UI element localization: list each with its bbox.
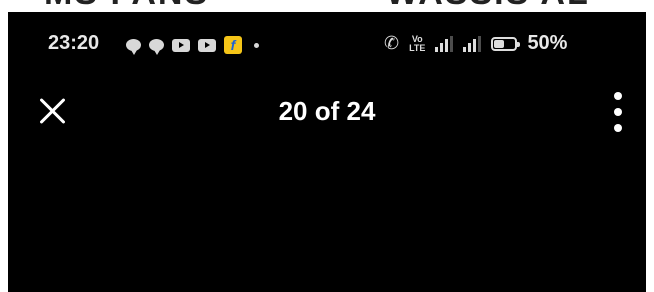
system-icons: ✆ Vo LTE 50% bbox=[384, 32, 567, 55]
signal-icon bbox=[463, 35, 482, 52]
youtube-icon bbox=[172, 38, 190, 52]
signal-icon bbox=[435, 35, 454, 52]
phone-screen: 23:20 f ✆ Vo LTE 50% 20 of 24 bbox=[8, 12, 646, 292]
notification-icons: f bbox=[126, 36, 259, 55]
image-counter: 20 of 24 bbox=[278, 96, 376, 126]
more-notifications-dot-icon bbox=[254, 42, 259, 48]
chat-bubble-icon bbox=[126, 39, 141, 55]
battery-icon bbox=[491, 36, 521, 51]
battery-fill bbox=[494, 39, 505, 48]
wifi-calling-icon: ✆ bbox=[384, 33, 400, 53]
status-time: 23:20 bbox=[48, 32, 100, 54]
viewer-toolbar: 20 of 24 bbox=[8, 90, 646, 134]
battery-percent: 50% bbox=[527, 32, 568, 54]
chat-bubble-icon bbox=[149, 39, 164, 55]
more-vertical-icon[interactable] bbox=[612, 92, 624, 132]
status-bar: 23:20 f ✆ Vo LTE 50% bbox=[8, 28, 646, 62]
flipkart-icon: f bbox=[224, 36, 242, 54]
volte-icon: Vo LTE bbox=[409, 33, 426, 53]
youtube-icon bbox=[198, 38, 216, 52]
